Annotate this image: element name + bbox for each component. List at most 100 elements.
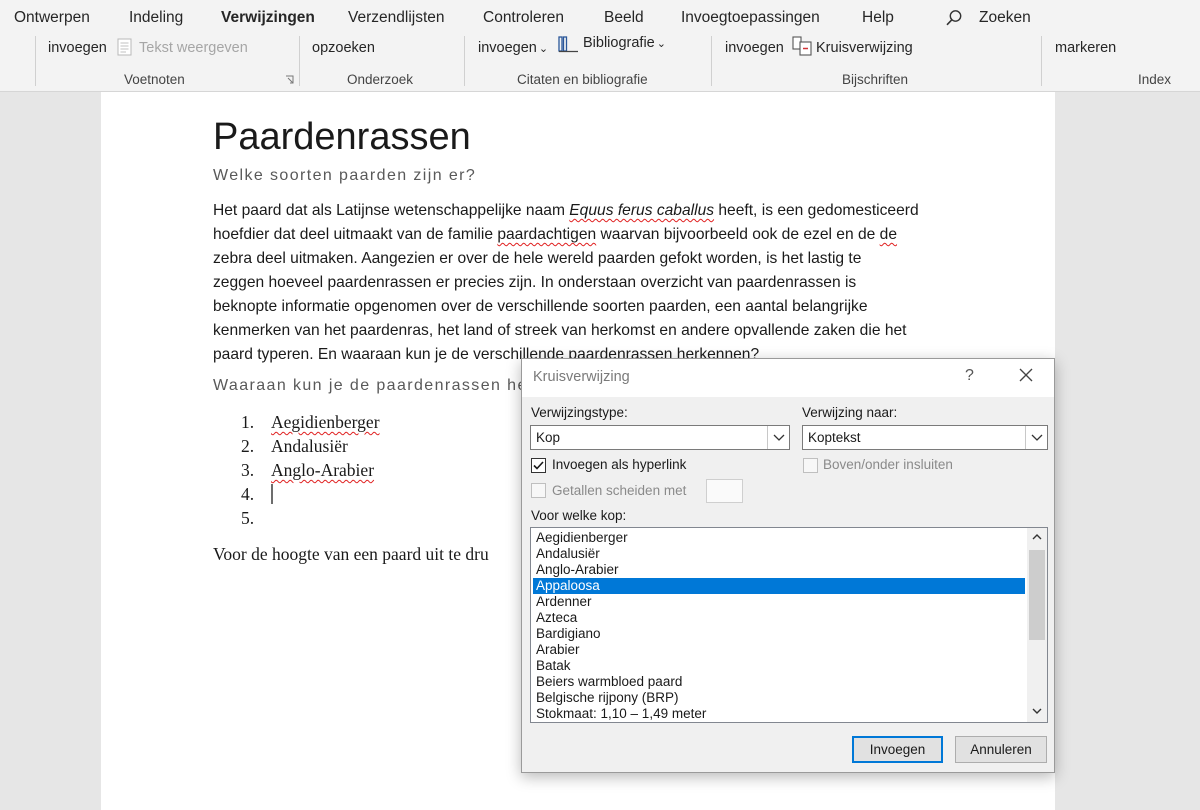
text-cursor bbox=[271, 484, 273, 504]
show-notes-icon bbox=[117, 38, 132, 56]
scroll-down-icon[interactable] bbox=[1031, 706, 1043, 716]
checkmark-icon bbox=[533, 461, 544, 470]
group-label-voetnoten: Voetnoten bbox=[124, 72, 185, 87]
help-button[interactable]: ? bbox=[965, 367, 974, 385]
heading-list-item[interactable]: Andalusiër bbox=[533, 546, 1025, 562]
separate-numbers-checkbox[interactable] bbox=[531, 483, 546, 498]
document-subtitle: Welke soorten paarden zijn er? bbox=[213, 167, 477, 184]
for-which-heading-label: Voor welke kop: bbox=[531, 508, 627, 523]
list-item: 3. Anglo-Arabier bbox=[241, 460, 375, 480]
dropdown-button[interactable] bbox=[767, 426, 789, 449]
group-separator bbox=[464, 36, 465, 86]
chevron-down-icon bbox=[773, 434, 785, 441]
cancel-button[interactable]: Annuleren bbox=[955, 736, 1047, 763]
cross-reference-icon bbox=[792, 36, 812, 56]
separate-numbers-label: Getallen scheiden met bbox=[552, 483, 687, 498]
dialog-title: Kruisverwijzing bbox=[533, 369, 630, 385]
group-label-index: Index bbox=[1138, 72, 1172, 87]
bibliography-label: Bibliografie bbox=[583, 35, 655, 51]
misspelled-word: de bbox=[879, 226, 898, 243]
document-heading-2: Waaraan kun je de paardenrassen her bbox=[213, 377, 535, 394]
body-line: zeggen hoeveel paardenrassen er precies … bbox=[213, 274, 857, 291]
latin-name: Equus ferus caballus bbox=[569, 202, 715, 219]
heading-list-item[interactable]: Belgische rijpony (BRP) bbox=[533, 690, 1025, 706]
citation-insert-label: invoegen bbox=[478, 40, 537, 56]
numbered-list: 1. Aegidienberger 2. Andalusiër 3. Anglo-Ar… bbox=[241, 412, 380, 532]
list-item: 4. bbox=[241, 484, 380, 508]
heading-list-item[interactable]: Anglo-Arabier bbox=[533, 562, 1025, 578]
body-line: kenmerken van het paardenras, het land o… bbox=[213, 322, 907, 339]
document-title: Paardenrassen bbox=[213, 116, 471, 158]
footnote-insert-button[interactable]: invoegen bbox=[48, 40, 107, 56]
show-notes-button[interactable]: Tekst weergeven bbox=[139, 40, 248, 56]
group-separator bbox=[711, 36, 712, 86]
citation-insert-button[interactable]: invoegen ⌄ bbox=[478, 40, 548, 56]
cross-reference-button[interactable]: Kruisverwijzing bbox=[816, 40, 913, 56]
close-icon[interactable] bbox=[1016, 365, 1036, 385]
heading-list-item[interactable]: Beiers warmbloed paard bbox=[533, 674, 1025, 690]
chevron-down-icon: ⌄ bbox=[656, 38, 666, 50]
search-label[interactable]: Zoeken bbox=[979, 9, 1031, 27]
scrollbar-thumb[interactable] bbox=[1029, 550, 1045, 640]
heading-listbox[interactable]: Aegidienberger Andalusiër Anglo-Arabier App… bbox=[530, 527, 1048, 723]
tab-help[interactable]: Help bbox=[862, 9, 894, 27]
dialog-titlebar[interactable]: Kruisverwijzing ? bbox=[522, 359, 1054, 397]
tab-verzendlijsten[interactable]: Verzendlijsten bbox=[348, 9, 445, 27]
group-separator bbox=[299, 36, 300, 86]
heading-list-item[interactable]: Stokmaat: 1,10 – 1,49 meter bbox=[533, 706, 1025, 722]
insert-hyperlink-label[interactable]: Invoegen als hyperlink bbox=[552, 457, 686, 472]
ribbon: Ontwerpen Indeling Verwijzingen Verzendl… bbox=[0, 0, 1200, 92]
reference-type-label: Verwijzingstype: bbox=[531, 405, 628, 420]
heading-list-item[interactable]: Appaloosa bbox=[533, 578, 1025, 594]
body-line: hoefdier dat deel uitmaakt van de famili… bbox=[213, 226, 898, 243]
heading-list-item[interactable]: Bardigiano bbox=[533, 626, 1025, 642]
reference-to-label: Verwijzing naar: bbox=[802, 405, 898, 420]
scrollbar[interactable] bbox=[1027, 528, 1047, 722]
scroll-up-icon[interactable] bbox=[1031, 532, 1043, 542]
reference-to-select[interactable]: Koptekst bbox=[802, 425, 1048, 450]
separator-input[interactable] bbox=[706, 479, 743, 503]
chevron-down-icon: ⌄ bbox=[538, 43, 549, 55]
misspelled-word: paardachtigen bbox=[497, 226, 597, 243]
body-line: Het paard dat als Latijnse wetenschappel… bbox=[213, 202, 919, 219]
body-paragraph: Het paard dat als Latijnse wetenschappel… bbox=[213, 199, 943, 367]
cross-reference-dialog: Kruisverwijzing ? Verwijzingstype: Kop V… bbox=[521, 358, 1055, 773]
group-label-bijschriften: Bijschriften bbox=[842, 72, 909, 87]
body-line: zebra deel uitmaken. Aangezien er over d… bbox=[213, 250, 862, 267]
heading-list-item[interactable]: Batak bbox=[533, 658, 1025, 674]
heading-list-item[interactable]: Azteca bbox=[533, 610, 1025, 626]
tab-verwijzingen[interactable]: Verwijzingen bbox=[221, 9, 315, 27]
list-item: 1. Aegidienberger bbox=[241, 412, 380, 432]
research-lookup-button[interactable]: opzoeken bbox=[312, 40, 375, 56]
tab-invoegtoepassingen[interactable]: Invoegtoepassingen bbox=[681, 9, 820, 27]
dialog-launcher-icon[interactable] bbox=[285, 75, 295, 85]
reference-type-select[interactable]: Kop bbox=[530, 425, 790, 450]
tab-ontwerpen[interactable]: Ontwerpen bbox=[14, 9, 90, 27]
tab-beeld[interactable]: Beeld bbox=[604, 9, 644, 27]
insert-hyperlink-checkbox[interactable] bbox=[531, 458, 546, 473]
body-line: Voor de hoogte van een paard uit te dru bbox=[213, 544, 489, 564]
heading-list-item[interactable]: Arabier bbox=[533, 642, 1025, 658]
bibliography-icon bbox=[558, 36, 578, 53]
bibliography-button[interactable]: Bibliografie ⌄ bbox=[583, 35, 666, 51]
tab-indeling[interactable]: Indeling bbox=[129, 9, 183, 27]
heading-list-item[interactable]: Ardenner bbox=[533, 594, 1025, 610]
caption-insert-button[interactable]: invoegen bbox=[725, 40, 784, 56]
group-label-onderzoek: Onderzoek bbox=[347, 72, 414, 87]
body-line: beknopte informatie opgenomen over de ve… bbox=[213, 298, 868, 315]
search-icon[interactable] bbox=[945, 9, 963, 27]
group-separator bbox=[1041, 36, 1042, 86]
above-below-checkbox[interactable] bbox=[803, 458, 818, 473]
dropdown-button[interactable] bbox=[1025, 426, 1047, 449]
heading-list-item[interactable]: Aegidienberger bbox=[533, 530, 1025, 546]
insert-button[interactable]: Invoegen bbox=[852, 736, 943, 763]
mark-entry-button[interactable]: markeren bbox=[1055, 40, 1116, 56]
tab-controleren[interactable]: Controleren bbox=[483, 9, 564, 27]
chevron-down-icon bbox=[1031, 434, 1043, 441]
list-item: 2. Andalusiër bbox=[241, 436, 348, 456]
reference-type-value: Kop bbox=[536, 430, 561, 445]
list-item: 5. bbox=[241, 508, 255, 528]
above-below-label: Boven/onder insluiten bbox=[823, 457, 953, 472]
group-separator bbox=[35, 36, 36, 86]
group-label-citaten: Citaten en bibliografie bbox=[517, 72, 648, 87]
